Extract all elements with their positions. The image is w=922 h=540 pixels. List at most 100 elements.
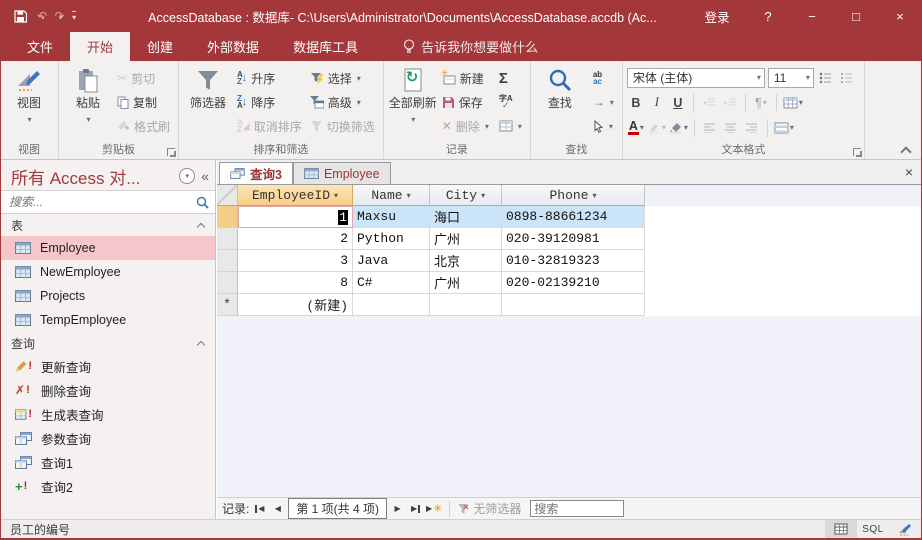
column-header-phone[interactable]: Phone ▾	[502, 185, 645, 206]
cell-employeeid[interactable]: 3	[238, 250, 353, 272]
row-selector[interactable]	[217, 206, 238, 228]
select-button[interactable]: ▾	[589, 115, 618, 137]
bullets-button[interactable]	[817, 68, 835, 88]
close-button[interactable]: ×	[878, 0, 922, 32]
cell-city[interactable]: 海口	[430, 206, 502, 228]
sidebar-item-update-query[interactable]: ! 更新查询	[1, 354, 215, 378]
section-queries[interactable]: 查询	[1, 332, 215, 354]
cut-button[interactable]: ✂ 剪切	[113, 67, 174, 89]
doc-tab-query3[interactable]: 查询3	[219, 162, 293, 184]
next-record-button[interactable]: ▶	[390, 501, 405, 517]
cell-name[interactable]: Python	[353, 228, 430, 250]
dialog-launcher-icon[interactable]	[853, 148, 861, 156]
cell-employeeid[interactable]: 1	[238, 206, 353, 228]
advanced-button[interactable]: 高级 ▾	[306, 91, 379, 113]
cell-name[interactable]: Java	[353, 250, 430, 272]
selection-button[interactable]: 选择 ▾	[306, 67, 379, 89]
more-records-button[interactable]: ▾	[495, 115, 526, 137]
customize-qat-icon[interactable]: ▾	[72, 11, 76, 22]
last-record-button[interactable]: ▶	[408, 501, 423, 517]
sidebar-item-employee[interactable]: Employee	[1, 236, 215, 260]
cell-new-record[interactable]: (新建)	[238, 294, 353, 316]
chevron-down-icon[interactable]: ▾	[334, 191, 338, 200]
sql-view-button[interactable]: SQL	[857, 520, 889, 539]
cell-empty[interactable]	[502, 294, 645, 316]
new-record-button[interactable]: ▶✳	[426, 501, 442, 517]
dialog-launcher-icon[interactable]	[167, 148, 175, 156]
cell-employeeid[interactable]: 8	[238, 272, 353, 294]
font-color-button[interactable]: A ▾	[627, 118, 645, 138]
alternate-row-color-button[interactable]: ▾	[774, 118, 794, 138]
row-selector[interactable]	[217, 228, 238, 250]
sidebar-item-newemployee[interactable]: NewEmployee	[1, 260, 215, 284]
sidebar-item-make-table-query[interactable]: ! 生成表查询	[1, 402, 215, 426]
sidebar-item-query1[interactable]: 查询1	[1, 450, 215, 474]
tab-file[interactable]: 文件	[10, 32, 70, 61]
copy-button[interactable]: 复制	[113, 91, 174, 113]
paste-button[interactable]: 粘贴 ▾	[63, 65, 113, 126]
select-all-corner[interactable]	[217, 185, 238, 206]
cell-name[interactable]: C#	[353, 272, 430, 294]
new-record-button[interactable]: ✳ 新建	[438, 67, 493, 89]
sidebar-item-parameter-query[interactable]: 参数查询	[1, 426, 215, 450]
align-left-button[interactable]	[701, 118, 719, 138]
chevron-down-icon[interactable]: ▾	[481, 191, 485, 200]
undo-button[interactable]: ↶▾	[37, 9, 45, 23]
remove-sort-button[interactable]: AZ◢ 取消排序	[233, 115, 306, 137]
section-tables[interactable]: 表	[1, 214, 215, 236]
cell-empty[interactable]	[430, 294, 502, 316]
sign-in-button[interactable]: 登录	[688, 0, 746, 32]
shutter-bar-close-icon[interactable]: «	[201, 168, 209, 184]
cell-empty[interactable]	[353, 294, 430, 316]
cell-phone[interactable]: 020-02139210	[502, 272, 645, 294]
cell-phone[interactable]: 0898-88661234	[502, 206, 645, 228]
sidebar-item-projects[interactable]: Projects	[1, 284, 215, 308]
minimize-button[interactable]: −	[790, 0, 834, 32]
doc-tab-employee[interactable]: Employee	[293, 162, 391, 184]
cell-phone[interactable]: 010-32819323	[502, 250, 645, 272]
decrease-indent-button[interactable]	[700, 93, 718, 113]
help-button[interactable]: ?	[746, 0, 790, 32]
previous-record-button[interactable]: ◀	[270, 501, 285, 517]
numbering-button[interactable]	[838, 68, 856, 88]
record-search-input[interactable]	[530, 500, 624, 517]
row-selector[interactable]	[217, 250, 238, 272]
toggle-filter-button[interactable]: 切换筛选	[306, 115, 379, 137]
chevron-down-icon[interactable]: ▾	[593, 191, 597, 200]
background-color-button[interactable]: ▾	[669, 118, 688, 138]
search-icon[interactable]	[196, 196, 209, 209]
increase-indent-button[interactable]	[721, 93, 739, 113]
new-record-selector[interactable]: *	[217, 294, 238, 316]
nav-search-input[interactable]	[9, 195, 196, 209]
design-view-button[interactable]	[889, 520, 921, 539]
text-direction-button[interactable]: ¶▾	[752, 93, 770, 113]
cell-phone[interactable]: 020-39120981	[502, 228, 645, 250]
maximize-button[interactable]: □	[834, 0, 878, 32]
collapse-ribbon-icon[interactable]	[902, 145, 910, 153]
column-header-city[interactable]: City ▾	[430, 185, 502, 206]
cell-city[interactable]: 广州	[430, 272, 502, 294]
record-position[interactable]: 第 1 项(共 4 项)	[288, 498, 387, 519]
datasheet-view-button[interactable]	[825, 520, 857, 539]
row-selector[interactable]	[217, 272, 238, 294]
tab-home[interactable]: 开始	[70, 32, 130, 61]
italic-button[interactable]: I	[648, 93, 666, 113]
cell-city[interactable]: 广州	[430, 228, 502, 250]
font-size-combo[interactable]: 11 ▾	[768, 68, 814, 88]
replace-button[interactable]: ab ac	[589, 67, 618, 89]
filter-status-button[interactable]: 无筛选器	[457, 500, 521, 517]
cell-employeeid[interactable]: 2	[238, 228, 353, 250]
column-header-employeeid[interactable]: EmployeeID ▾	[238, 185, 353, 206]
delete-record-button[interactable]: ✕ 删除 ▾	[438, 115, 493, 137]
filter-button[interactable]: 筛选器	[183, 65, 233, 110]
tab-external-data[interactable]: 外部数据	[190, 32, 276, 61]
column-header-name[interactable]: Name ▾	[353, 185, 430, 206]
totals-button[interactable]: Σ	[495, 67, 526, 89]
highlight-color-button[interactable]: ▾	[648, 118, 666, 138]
nav-pane-menu-icon[interactable]: ▾	[179, 168, 195, 184]
first-record-button[interactable]: ◀	[252, 501, 267, 517]
sidebar-item-query2[interactable]: +! 查询2	[1, 474, 215, 498]
save-record-button[interactable]: 保存	[438, 91, 493, 113]
goto-button[interactable]: → ▾	[589, 91, 618, 113]
cell-city[interactable]: 北京	[430, 250, 502, 272]
